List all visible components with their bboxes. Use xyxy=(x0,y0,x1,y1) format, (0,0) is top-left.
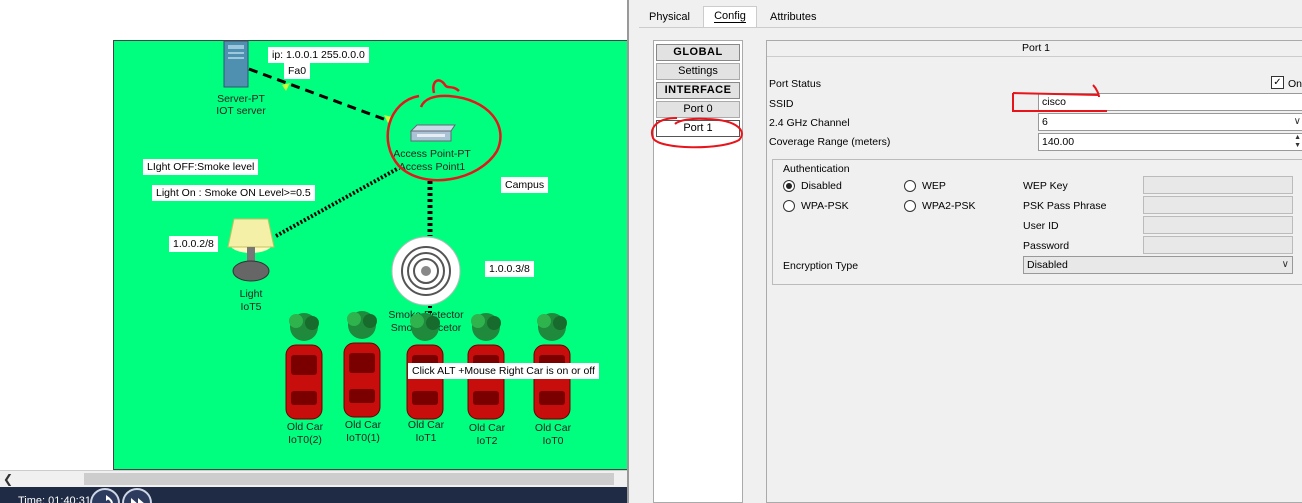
coverage-label: Coverage Range (meters) xyxy=(769,136,891,148)
server-label: IOT server xyxy=(216,105,266,117)
car-3-name: Old Car xyxy=(407,419,445,431)
car-2-name: Old Car xyxy=(344,419,382,431)
channel-select[interactable]: 6 ∨ xyxy=(1038,113,1302,131)
tab-config[interactable]: Config xyxy=(703,6,757,28)
channel-value: 6 xyxy=(1042,116,1048,128)
old-car-icon xyxy=(343,311,381,418)
device-config-dialog: Physical Config Attributes GLOBAL Settin… xyxy=(627,0,1302,503)
ssid-input[interactable]: cisco xyxy=(1038,93,1302,111)
server-port-label: Fa0 xyxy=(284,63,311,79)
nav-header-global[interactable]: GLOBAL xyxy=(656,44,740,61)
radio-disabled-label: Disabled xyxy=(801,180,842,192)
wep-key-input[interactable] xyxy=(1143,176,1293,194)
userid-input[interactable] xyxy=(1143,216,1293,234)
nav-item-port1[interactable]: Port 1 xyxy=(656,120,740,137)
light-label: IoT5 xyxy=(240,301,262,313)
car-1-name: Old Car xyxy=(286,421,324,433)
nav-header-interface[interactable]: INTERFACE xyxy=(656,82,740,99)
tab-config-label: Config xyxy=(714,10,746,23)
wep-key-label: WEP Key xyxy=(1023,180,1068,192)
psk-label: PSK Pass Phrase xyxy=(1023,200,1107,212)
car-2[interactable] xyxy=(340,307,384,419)
radio-wep[interactable] xyxy=(904,180,916,192)
smoke-ip-label: 1.0.0.3/8 xyxy=(485,261,534,277)
port-config-panel: Port 1 Port Status ✓ On SSID cisco 2.4 G… xyxy=(766,40,1302,503)
logical-workspace[interactable]: Server-PT IOT server ip: 1.0.0.1 255.0.0… xyxy=(0,0,633,503)
light-device[interactable] xyxy=(224,213,278,285)
radio-wpa-psk-label: WPA-PSK xyxy=(801,200,849,212)
light-name: Light xyxy=(239,288,263,300)
password-label: Password xyxy=(1023,240,1070,252)
power-cycle-button[interactable] xyxy=(90,488,120,503)
status-bar: Time: 01:40:31 xyxy=(0,487,627,503)
spinner-arrows-icon[interactable]: ▲ ▼ xyxy=(1294,134,1301,150)
car-1-label: IoT0(2) xyxy=(288,434,322,446)
car-5-name: Old Car xyxy=(534,422,572,434)
tab-divider xyxy=(639,27,1302,28)
port-status-checkbox[interactable]: ✓ xyxy=(1271,76,1284,89)
lamp-icon xyxy=(227,218,275,282)
radio-wpa-psk[interactable] xyxy=(783,200,795,212)
encryption-value: Disabled xyxy=(1027,259,1068,271)
car-2-label: IoT0(1) xyxy=(346,432,380,444)
chevron-down-icon: ∨ xyxy=(1293,116,1301,127)
encryption-label: Encryption Type xyxy=(783,260,859,272)
note-light-on: Light On : Smoke ON Level>=0.5 xyxy=(152,185,315,201)
server-name: Server-PT xyxy=(217,93,265,105)
radio-disabled[interactable] xyxy=(783,180,795,192)
fast-forward-button[interactable] xyxy=(122,488,152,503)
old-car-icon xyxy=(285,313,323,420)
app-window: Server-PT IOT server ip: 1.0.0.1 255.0.0… xyxy=(0,0,1302,503)
access-point-label: Access Point1 xyxy=(398,161,466,173)
chevron-down-icon: ∨ xyxy=(1281,259,1289,270)
sim-time: Time: 01:40:31 xyxy=(18,495,91,503)
scroll-left-icon[interactable]: ❮ xyxy=(3,472,13,486)
car-1[interactable] xyxy=(282,309,326,421)
config-nav-list: GLOBAL Settings INTERFACE Port 0 Port 1 xyxy=(653,40,743,503)
authentication-group: Authentication Disabled WEP WPA-PSK WPA2… xyxy=(772,159,1302,285)
refresh-icon xyxy=(105,495,113,503)
network-canvas[interactable]: Server-PT IOT server ip: 1.0.0.1 255.0.0… xyxy=(113,40,633,470)
panel-title: Port 1 xyxy=(767,41,1302,57)
radio-wpa2-psk-label: WPA2-PSK xyxy=(922,200,976,212)
campus-label: Campus xyxy=(501,177,549,193)
car-4-name: Old Car xyxy=(468,422,506,434)
scrollbar-thumb[interactable] xyxy=(84,473,614,485)
channel-label: 2.4 GHz Channel xyxy=(769,117,850,129)
smoke-detector-icon xyxy=(391,236,461,306)
psk-input[interactable] xyxy=(1143,196,1293,214)
coverage-spinbox[interactable]: 140.00 ▲ ▼ xyxy=(1038,133,1302,151)
port-status-on-label: On xyxy=(1288,78,1302,90)
userid-label: User ID xyxy=(1023,220,1059,232)
access-point-name: Access Point-PT xyxy=(393,148,471,160)
horizontal-scrollbar[interactable]: ❮ xyxy=(0,470,627,487)
nav-item-port0[interactable]: Port 0 xyxy=(656,101,740,118)
access-point-device[interactable] xyxy=(407,123,457,145)
port-status-label: Port Status xyxy=(769,78,821,90)
car-5-label: IoT0 xyxy=(542,435,564,447)
car-note: Click ALT +Mouse Right Car is on or off xyxy=(408,363,599,379)
password-input[interactable] xyxy=(1143,236,1293,254)
radio-wep-label: WEP xyxy=(922,180,946,192)
note-light-off: LIght OFF:Smoke level xyxy=(143,159,259,175)
car-3-label: IoT1 xyxy=(415,432,437,444)
coverage-value: 140.00 xyxy=(1042,136,1075,148)
access-point-icon xyxy=(409,124,456,142)
radio-wpa2-psk[interactable] xyxy=(904,200,916,212)
encryption-select[interactable]: Disabled ∨ xyxy=(1023,256,1293,274)
car-4-label: IoT2 xyxy=(476,435,498,447)
fast-forward-icon xyxy=(131,498,144,503)
auth-title: Authentication xyxy=(783,163,850,175)
nav-item-settings[interactable]: Settings xyxy=(656,63,740,80)
smoke-detector-device[interactable] xyxy=(389,236,463,308)
ssid-label: SSID xyxy=(769,98,794,110)
server-device[interactable] xyxy=(222,40,252,89)
light-ip-label: 1.0.0.2/8 xyxy=(169,236,218,252)
server-ip-label: ip: 1.0.0.1 255.0.0.0 xyxy=(268,47,369,63)
server-icon xyxy=(223,40,249,88)
